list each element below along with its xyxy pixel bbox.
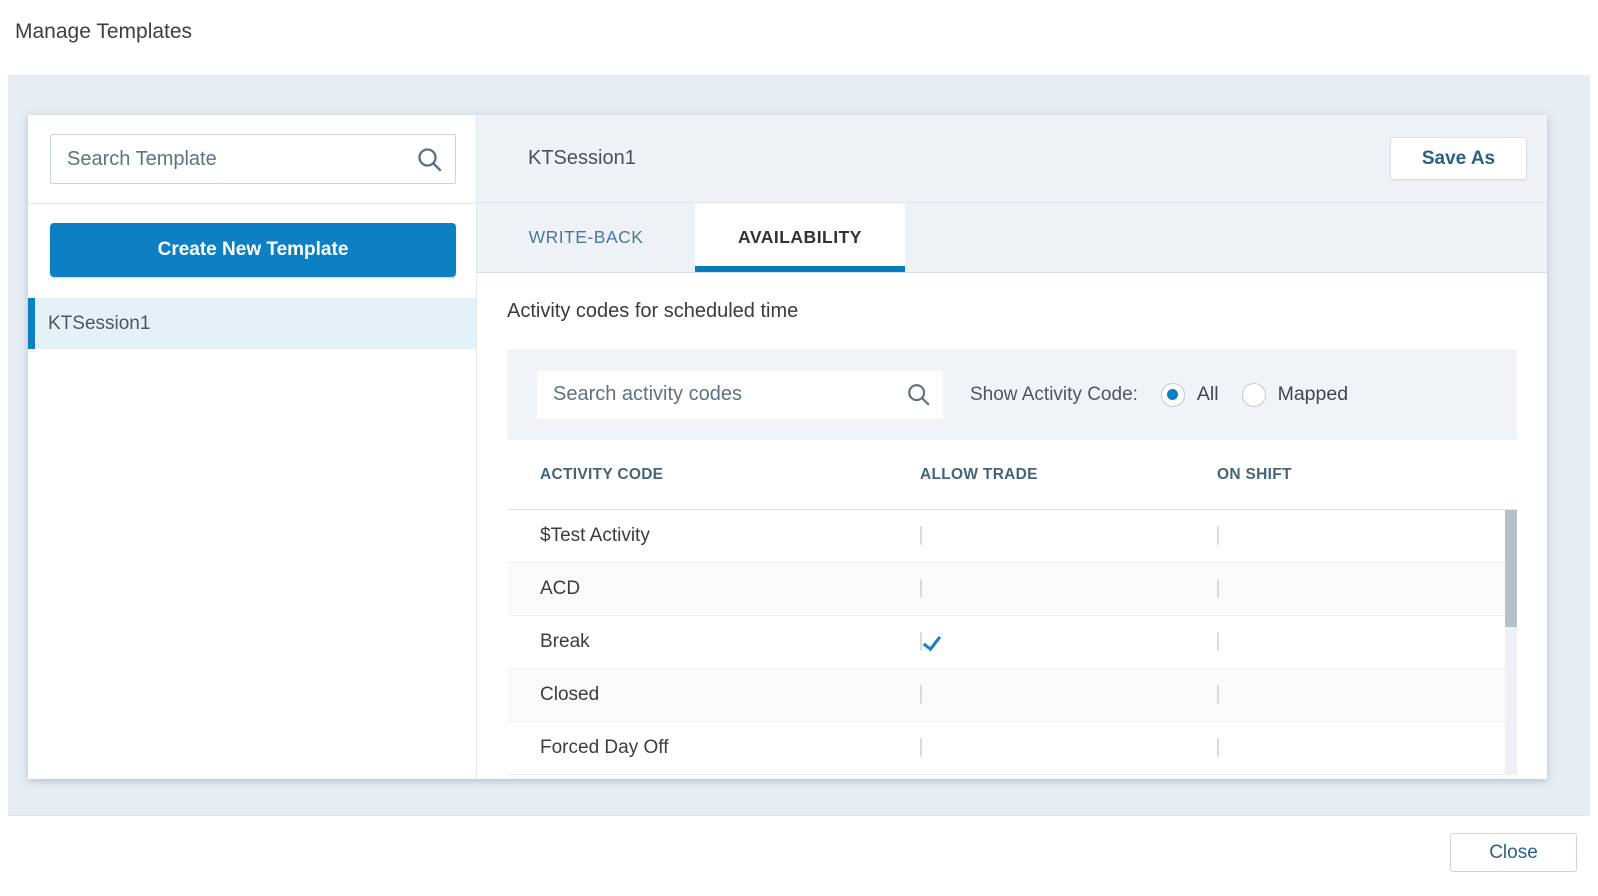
save-as-button[interactable]: Save As bbox=[1390, 137, 1527, 180]
radio-all-label: All bbox=[1197, 383, 1219, 406]
activity-code-label: Forced Day Off bbox=[540, 737, 920, 759]
template-list-item[interactable]: KTSession1 bbox=[28, 298, 476, 349]
on-shift-checkbox[interactable] bbox=[1217, 632, 1219, 651]
column-header-activity-code: ACTIVITY CODE bbox=[540, 466, 920, 484]
template-name-label: KTSession1 bbox=[48, 313, 150, 335]
activity-codes-toolbar: Show Activity Code: All Mapped bbox=[507, 349, 1517, 440]
allow-trade-checkbox[interactable] bbox=[920, 579, 922, 598]
on-shift-checkbox[interactable] bbox=[1217, 685, 1219, 704]
table-row: $Test Activity bbox=[507, 510, 1517, 563]
create-new-template-button[interactable]: Create New Template bbox=[50, 223, 456, 277]
radio-mapped[interactable] bbox=[1242, 383, 1266, 407]
activity-search-box[interactable] bbox=[537, 371, 943, 419]
on-shift-checkbox[interactable] bbox=[1217, 526, 1219, 545]
search-icon bbox=[416, 146, 443, 173]
on-shift-checkbox[interactable] bbox=[1217, 579, 1219, 598]
page-title: Manage Templates bbox=[15, 20, 192, 44]
template-list: KTSession1 bbox=[28, 298, 476, 779]
activity-codes-section-title: Activity codes for scheduled time bbox=[507, 300, 1517, 323]
radio-all[interactable] bbox=[1161, 383, 1185, 407]
allow-trade-checkbox[interactable] bbox=[920, 526, 922, 545]
table-row: Forced Day Off bbox=[507, 722, 1517, 775]
activity-table-header: ACTIVITY CODE ALLOW TRADE ON SHIFT bbox=[507, 440, 1517, 510]
template-search-section bbox=[28, 115, 476, 204]
tab-availability[interactable]: AVAILABILITY bbox=[695, 203, 905, 272]
detail-tabs: WRITE-BACK AVAILABILITY bbox=[477, 203, 1547, 273]
selected-template-title: KTSession1 bbox=[528, 147, 636, 170]
table-scrollbar[interactable] bbox=[1505, 510, 1517, 775]
activity-code-label: $Test Activity bbox=[540, 525, 920, 547]
manage-templates-panel: Create New Template KTSession1 KTSession… bbox=[8, 75, 1590, 816]
activity-code-label: Break bbox=[540, 631, 920, 653]
close-button[interactable]: Close bbox=[1450, 833, 1577, 872]
tab-write-back[interactable]: WRITE-BACK bbox=[477, 203, 695, 272]
activity-table-body: $Test Activity ACD Break bbox=[507, 510, 1517, 775]
template-search-input[interactable] bbox=[67, 148, 416, 171]
allow-trade-checkbox[interactable] bbox=[920, 632, 922, 651]
column-header-allow-trade: ALLOW TRADE bbox=[920, 466, 1217, 484]
template-detail-pane: KTSession1 Save As WRITE-BACK AVAILABILI… bbox=[477, 115, 1547, 779]
radio-option-mapped[interactable]: Mapped bbox=[1242, 383, 1348, 407]
templates-card: Create New Template KTSession1 KTSession… bbox=[28, 115, 1547, 779]
radio-option-all[interactable]: All bbox=[1161, 383, 1219, 407]
template-search-box[interactable] bbox=[50, 134, 456, 184]
create-template-section: Create New Template bbox=[28, 204, 476, 298]
radio-mapped-label: Mapped bbox=[1278, 383, 1348, 406]
activity-search-input[interactable] bbox=[553, 383, 906, 406]
availability-tab-content: Activity codes for scheduled time Show A… bbox=[477, 273, 1547, 779]
table-row: Break bbox=[507, 616, 1517, 669]
allow-trade-checkbox[interactable] bbox=[920, 685, 922, 704]
column-header-on-shift: ON SHIFT bbox=[1217, 466, 1517, 484]
activity-code-label: ACD bbox=[540, 578, 920, 600]
on-shift-checkbox[interactable] bbox=[1217, 738, 1219, 757]
detail-header: KTSession1 Save As bbox=[477, 115, 1547, 203]
table-row: ACD bbox=[507, 563, 1517, 616]
search-icon bbox=[906, 382, 931, 407]
table-row: Closed bbox=[507, 669, 1517, 722]
show-activity-code-label: Show Activity Code: bbox=[970, 384, 1138, 406]
allow-trade-checkbox[interactable] bbox=[920, 738, 922, 757]
template-sidebar: Create New Template KTSession1 bbox=[28, 115, 477, 779]
activity-code-label: Closed bbox=[540, 684, 920, 706]
scrollbar-thumb[interactable] bbox=[1505, 510, 1517, 627]
